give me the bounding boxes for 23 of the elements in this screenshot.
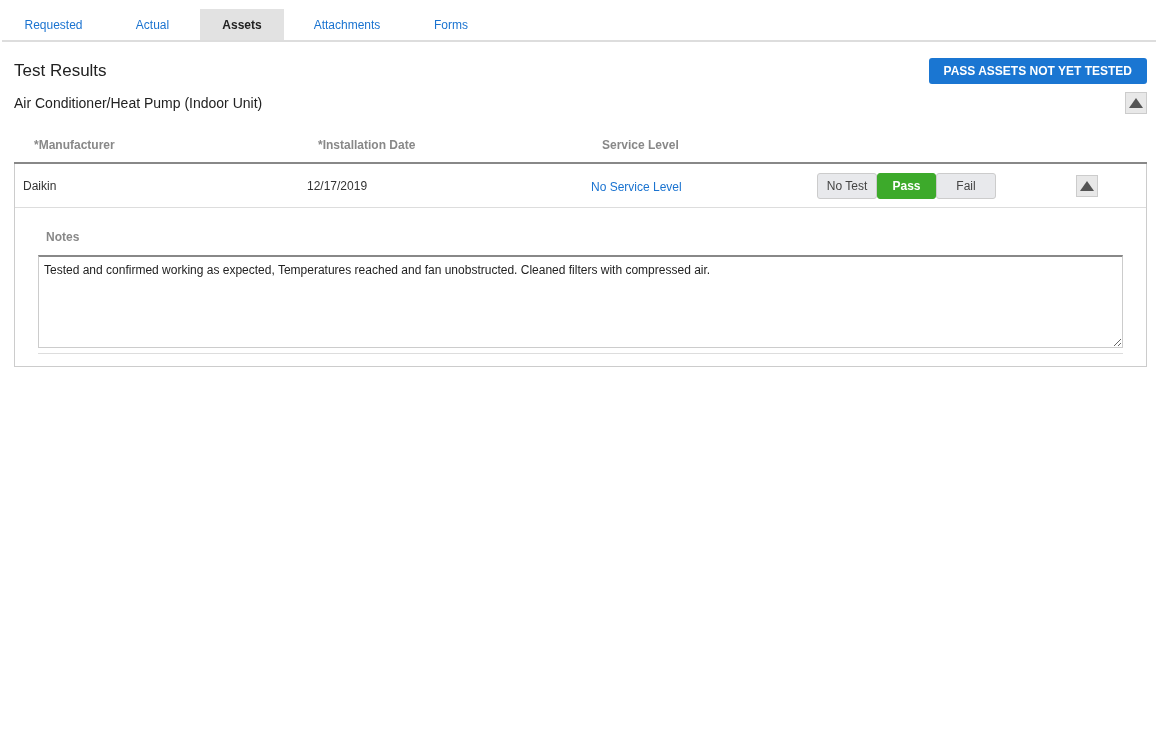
notes-label: Notes xyxy=(45,230,81,244)
collapse-icon xyxy=(1080,180,1094,191)
pass-assets-button[interactable]: PASS ASSETS NOT YET TESTED xyxy=(928,58,1147,84)
collapse-button[interactable] xyxy=(1125,92,1147,114)
column-header: *Manufacturer xyxy=(34,138,116,152)
collapse-button[interactable] xyxy=(1076,174,1098,197)
notes-field[interactable]: Tested and confirmed working as expected, Temperatures reached and fan unobstructed. Cleaned filters with compressed air. xyxy=(38,255,1123,348)
column-header: *Installation Date xyxy=(318,138,417,152)
tab[interactable]: Attachments xyxy=(284,9,410,40)
page-title: Test Results xyxy=(14,61,107,81)
tab[interactable]: Requested xyxy=(2,9,105,40)
asset-group-title: Air Conditioner/Heat Pump (Indoor Unit) xyxy=(14,95,263,111)
tab[interactable]: Actual xyxy=(105,9,200,40)
result-toggle[interactable]: No Test xyxy=(817,172,877,199)
manufacturer-cell-text: Daikin xyxy=(23,178,58,193)
tab[interactable]: Forms xyxy=(410,9,492,40)
collapse-icon xyxy=(1129,98,1143,108)
service-level-link[interactable]: No Service Level xyxy=(591,179,682,194)
column-header: Service Level xyxy=(602,138,680,152)
date-cell-text: 12/17/2019 xyxy=(307,178,369,193)
tab[interactable]: Assets xyxy=(200,9,284,40)
result-toggle[interactable]: Pass xyxy=(877,172,936,199)
result-toggle[interactable]: Fail xyxy=(936,172,996,199)
